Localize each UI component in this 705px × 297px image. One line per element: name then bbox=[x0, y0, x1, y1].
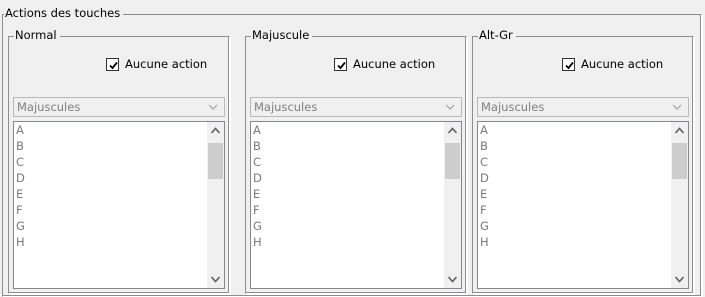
panel-majuscule: Aucune action Majuscules A B C D E F G H bbox=[245, 36, 467, 294]
list-items: ABCDEFGH bbox=[251, 122, 443, 250]
list-item[interactable]: H bbox=[251, 234, 443, 250]
list-item[interactable]: D bbox=[478, 170, 670, 186]
list-item[interactable]: G bbox=[251, 218, 443, 234]
scroll-down-arrow-icon bbox=[448, 276, 457, 283]
scroll-up-button[interactable] bbox=[207, 122, 224, 139]
list-item[interactable]: A bbox=[14, 122, 206, 138]
list-item[interactable]: E bbox=[14, 186, 206, 202]
scroll-up-arrow-icon bbox=[211, 127, 220, 134]
list-item[interactable]: D bbox=[251, 170, 443, 186]
list-item[interactable]: E bbox=[251, 186, 443, 202]
panel-majuscule-title: Majuscule bbox=[251, 28, 313, 43]
list-item[interactable]: B bbox=[478, 138, 670, 154]
list-item[interactable]: G bbox=[478, 218, 670, 234]
scroll-up-button[interactable] bbox=[671, 122, 688, 139]
panel-normal-title: Normal bbox=[14, 28, 60, 43]
checkbox-box[interactable] bbox=[562, 57, 575, 71]
list-item[interactable]: H bbox=[14, 234, 206, 250]
list-item[interactable]: F bbox=[14, 202, 206, 218]
checkbox-label: Aucune action bbox=[581, 57, 664, 71]
scroll-down-arrow-icon bbox=[675, 276, 684, 283]
checkbox-label: Aucune action bbox=[125, 57, 208, 71]
key-listbox[interactable]: ABCDEFGH bbox=[13, 121, 225, 289]
checkbox-label: Aucune action bbox=[353, 57, 436, 71]
vertical-scrollbar[interactable] bbox=[671, 122, 688, 288]
list-item[interactable]: D bbox=[14, 170, 206, 186]
scroll-thumb[interactable] bbox=[672, 143, 687, 179]
list-item[interactable]: H bbox=[478, 234, 670, 250]
chevron-down-icon[interactable] bbox=[444, 101, 456, 113]
vertical-scrollbar[interactable] bbox=[444, 122, 461, 288]
list-item[interactable]: G bbox=[14, 218, 206, 234]
no-action-checkbox[interactable]: Aucune action bbox=[106, 57, 207, 71]
list-item[interactable]: C bbox=[251, 154, 443, 170]
scroll-down-button[interactable] bbox=[207, 271, 224, 288]
case-select-value: Majuscules bbox=[17, 100, 81, 114]
scroll-down-button[interactable] bbox=[444, 271, 461, 288]
actions-group-title: Actions des touches bbox=[4, 6, 124, 21]
checkmark-icon bbox=[109, 61, 118, 69]
list-item[interactable]: A bbox=[478, 122, 670, 138]
list-item[interactable]: B bbox=[14, 138, 206, 154]
case-select[interactable]: Majuscules bbox=[250, 97, 462, 117]
panel-alt-gr-title: Alt-Gr bbox=[478, 28, 516, 43]
no-action-checkbox[interactable]: Aucune action bbox=[562, 57, 663, 71]
no-action-checkbox[interactable]: Aucune action bbox=[334, 57, 435, 71]
list-item[interactable]: A bbox=[251, 122, 443, 138]
key-listbox[interactable]: ABCDEFGH bbox=[477, 121, 689, 289]
case-select[interactable]: Majuscules bbox=[13, 97, 225, 117]
chevron-down-icon[interactable] bbox=[207, 101, 219, 113]
scroll-up-arrow-icon bbox=[448, 127, 457, 134]
checkmark-icon bbox=[337, 61, 346, 69]
list-item[interactable]: C bbox=[14, 154, 206, 170]
scroll-up-button[interactable] bbox=[444, 122, 461, 139]
vertical-scrollbar[interactable] bbox=[207, 122, 224, 288]
list-item[interactable]: E bbox=[478, 186, 670, 202]
scroll-thumb[interactable] bbox=[208, 143, 223, 179]
checkmark-icon bbox=[565, 61, 574, 69]
key-listbox[interactable]: ABCDEFGH bbox=[250, 121, 462, 289]
scroll-thumb[interactable] bbox=[445, 143, 460, 179]
list-items: ABCDEFGH bbox=[478, 122, 670, 250]
list-item[interactable]: B bbox=[251, 138, 443, 154]
scroll-up-arrow-icon bbox=[675, 127, 684, 134]
panel-normal: Aucune action Majuscules A B C D E F G H bbox=[8, 36, 230, 294]
list-item[interactable]: F bbox=[251, 202, 443, 218]
chevron-down-icon[interactable] bbox=[671, 101, 683, 113]
list-item[interactable]: F bbox=[478, 202, 670, 218]
checkbox-box[interactable] bbox=[106, 57, 119, 71]
list-item[interactable]: C bbox=[478, 154, 670, 170]
case-select[interactable]: Majuscules bbox=[477, 97, 689, 117]
case-select-value: Majuscules bbox=[254, 100, 318, 114]
scroll-down-button[interactable] bbox=[671, 271, 688, 288]
scroll-down-arrow-icon bbox=[211, 276, 220, 283]
panel-alt-gr: Aucune action Majuscules A B C D E F G H bbox=[472, 36, 694, 294]
list-items: ABCDEFGH bbox=[14, 122, 206, 250]
checkbox-box[interactable] bbox=[334, 57, 347, 71]
case-select-value: Majuscules bbox=[481, 100, 545, 114]
